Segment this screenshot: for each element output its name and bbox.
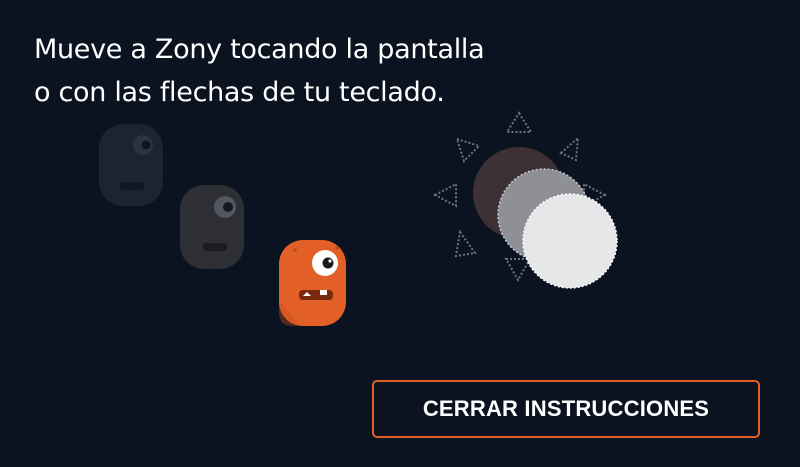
zony-trail-2 <box>180 185 244 269</box>
zony-trail-1 <box>99 124 163 206</box>
close-instructions-button[interactable]: CERRAR INSTRUCCIONES <box>372 380 760 438</box>
touch-circle-icon <box>473 147 618 289</box>
instructions-screen: Mueve a Zony tocando la pantalla o con l… <box>0 0 800 467</box>
zony-character <box>279 240 346 326</box>
